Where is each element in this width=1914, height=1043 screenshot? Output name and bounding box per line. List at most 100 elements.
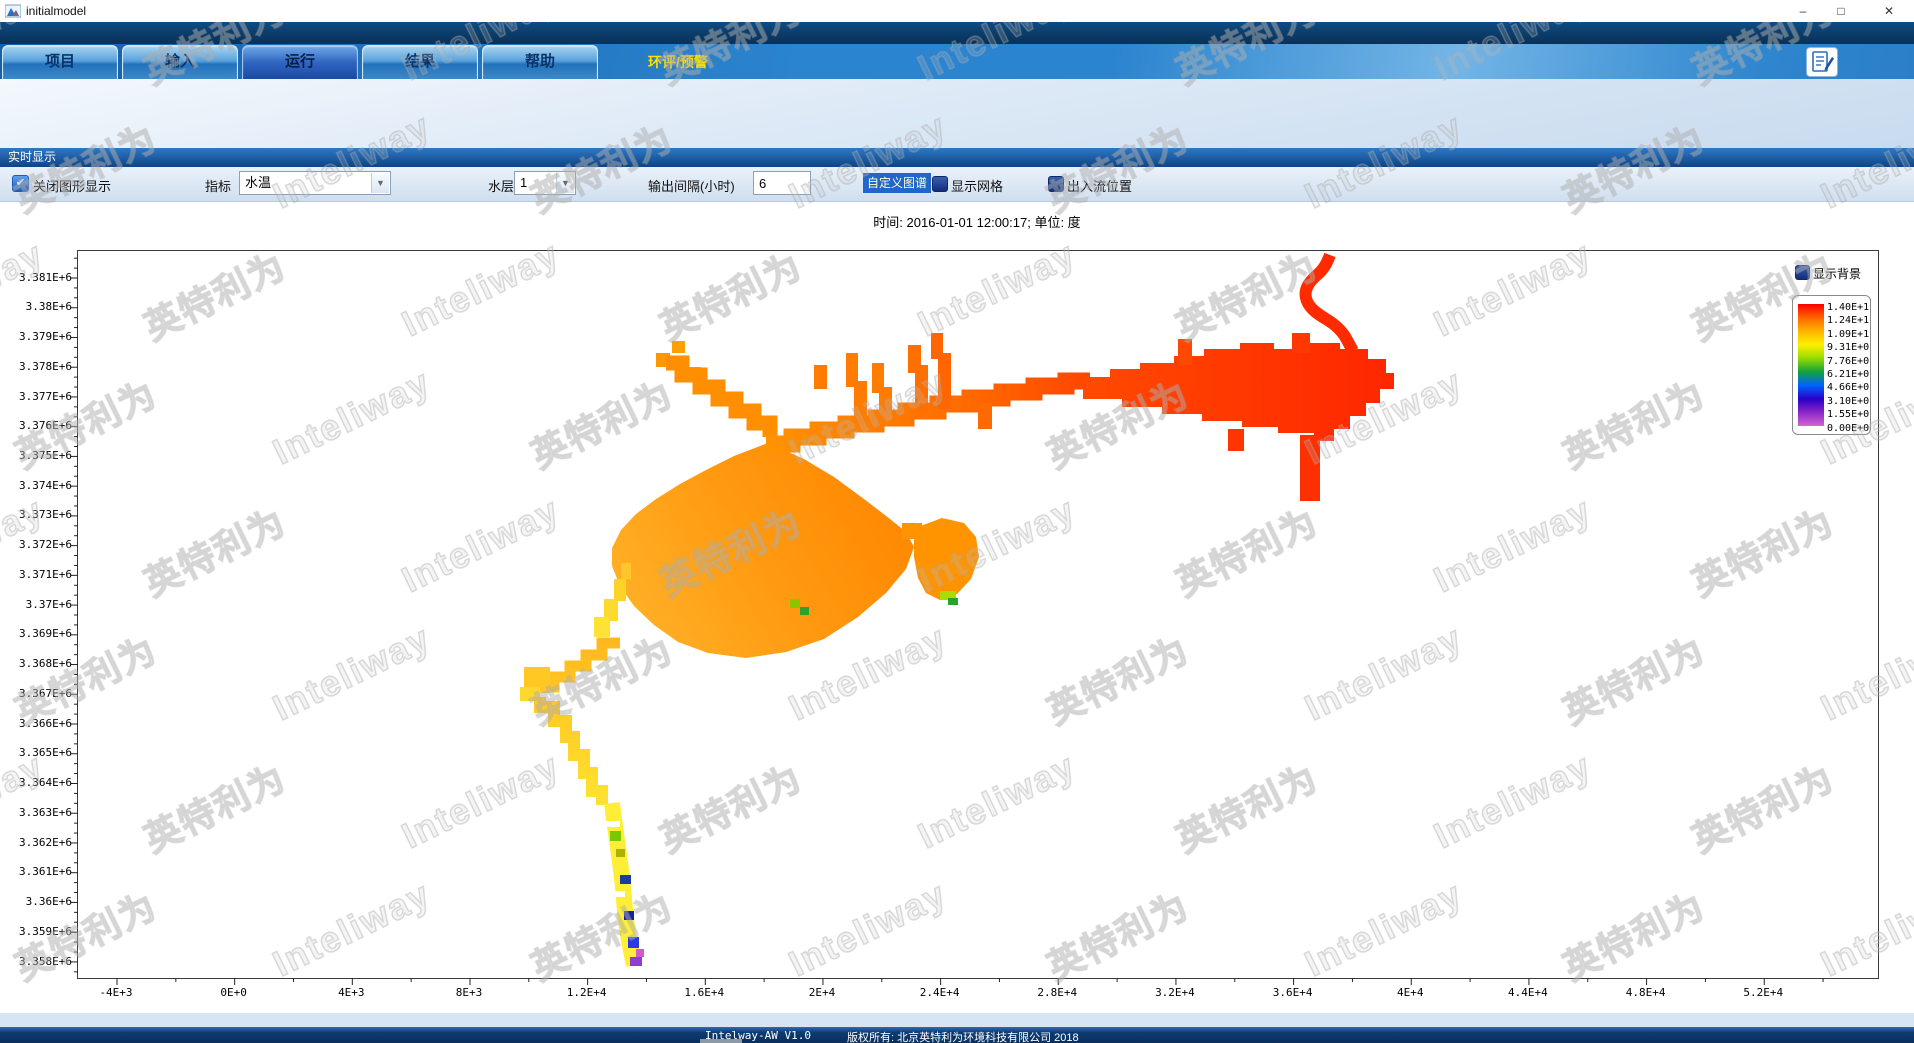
- y-axis-label: 3.371E+6: [0, 568, 72, 581]
- x-axis-label: 2.8E+4: [1015, 986, 1099, 999]
- custom-spectrum-button[interactable]: 自定义图谱: [863, 173, 931, 193]
- color-legend: 1.40E+1 1.24E+1 1.09E+1 9.31E+0 7.76E+0 6.21E…: [1792, 295, 1871, 435]
- y-axis-label: 3.369E+6: [0, 627, 72, 640]
- y-axis-label: 3.367E+6: [0, 687, 72, 700]
- y-axis-label: 3.37E+6: [0, 598, 72, 611]
- y-axis-label: 3.368E+6: [0, 657, 72, 670]
- window-title: initialmodel: [26, 4, 86, 18]
- legend-value: 1.09E+1: [1827, 329, 1869, 340]
- y-axis-label: 3.381E+6: [0, 271, 72, 284]
- x-axis-label: 8E+3: [427, 986, 511, 999]
- legend-value: 9.31E+0: [1827, 342, 1869, 353]
- y-axis-label: 3.363E+6: [0, 806, 72, 819]
- y-axis-label: 3.379E+6: [0, 330, 72, 343]
- y-axis-label: 3.362E+6: [0, 836, 72, 849]
- temperature-map: [78, 251, 1878, 978]
- x-axis-label: 4.4E+4: [1486, 986, 1570, 999]
- title-bar: initialmodel – □ ✕: [0, 0, 1914, 23]
- tab-env-warning[interactable]: 环评/预警: [648, 52, 708, 72]
- copyright-text: 版权所有: 北京英特利为环境科技有限公司 2018: [847, 1029, 1079, 1043]
- realtime-controls-row: ✔ 关闭图形显示 指标 水温 ▼ 水层 1 ▼ 输出间隔(小时) 自定义图谱 显…: [0, 167, 1914, 202]
- menu-tabs: 项目输入运行结果帮助: [2, 45, 602, 79]
- y-axis-label: 3.36E+6: [0, 895, 72, 908]
- x-axis-label: 3.6E+4: [1251, 986, 1335, 999]
- x-axis-label: 0E+0: [192, 986, 276, 999]
- show-background-label: 显示背景: [1813, 265, 1861, 282]
- y-axis-label: 3.364E+6: [0, 776, 72, 789]
- show-grid-label: 显示网格: [951, 176, 1003, 195]
- tab-input[interactable]: 输入: [122, 45, 238, 79]
- legend-value: 1.40E+1: [1827, 302, 1869, 313]
- ribbon-top-strip: [0, 22, 1914, 44]
- close-graph-label: 关闭图形显示: [33, 176, 111, 195]
- flow-position-checkbox[interactable]: [1048, 176, 1064, 192]
- indicator-value: 水温: [240, 172, 390, 194]
- close-button[interactable]: ✕: [1876, 2, 1902, 20]
- x-axis-label: 1.2E+4: [545, 986, 629, 999]
- tab-help[interactable]: 帮助: [482, 45, 598, 79]
- indicator-select[interactable]: 水温 ▼: [239, 171, 391, 195]
- x-axis-label: 2E+4: [780, 986, 864, 999]
- legend-value: 1.24E+1: [1827, 315, 1869, 326]
- x-axis-label: 4E+3: [309, 986, 393, 999]
- interval-label: 输出间隔(小时): [648, 176, 735, 195]
- report-icon[interactable]: [1806, 47, 1838, 77]
- layer-select[interactable]: 1 ▼: [514, 171, 576, 195]
- y-axis-label: 3.376E+6: [0, 419, 72, 432]
- x-axis-label: -4E+3: [74, 986, 158, 999]
- y-axis-label: 3.359E+6: [0, 925, 72, 938]
- indicator-label: 指标: [205, 176, 231, 195]
- x-axis-label: 5.2E+4: [1721, 986, 1805, 999]
- resize-grip: [700, 1039, 742, 1043]
- tab-result[interactable]: 结果: [362, 45, 478, 79]
- legend-value: 7.76E+0: [1827, 356, 1869, 367]
- tab-run[interactable]: 运行: [242, 45, 358, 79]
- x-axis-label: 3.2E+4: [1133, 986, 1217, 999]
- legend-value: 0.00E+0: [1827, 423, 1869, 434]
- check-icon: ✔: [13, 176, 28, 190]
- x-axis-label: 4.8E+4: [1604, 986, 1688, 999]
- map-water-body: [520, 255, 1394, 966]
- legend-value: 4.66E+0: [1827, 382, 1869, 393]
- application-window: initialmodel – □ ✕ 项目输入运行结果帮助 环评/预警 运行模型…: [0, 0, 1914, 1043]
- minimize-button[interactable]: –: [1790, 2, 1816, 20]
- y-axis-label: 3.366E+6: [0, 717, 72, 730]
- app-icon: [5, 3, 21, 19]
- map-plot: [77, 250, 1879, 979]
- legend-value: 1.55E+0: [1827, 409, 1869, 420]
- plot-content-area: 时间: 2016-01-01 12:00:17; 单位: 度: [0, 202, 1914, 1013]
- y-axis-label: 3.358E+6: [0, 955, 72, 968]
- status-bar: Intelway-AW V1.0 版权所有: 北京英特利为环境科技有限公司 20…: [0, 1027, 1914, 1043]
- y-axis-label: 3.372E+6: [0, 538, 72, 551]
- document-icon: [1807, 48, 1837, 76]
- run-toolbar: 运行模型 已运行 0%。 暂停运行 终止运行 错误信息: [0, 79, 1914, 148]
- realtime-section-header: 实时显示: [0, 148, 1914, 167]
- maximize-button[interactable]: □: [1828, 2, 1854, 20]
- show-grid-checkbox[interactable]: [932, 176, 948, 192]
- y-axis-label: 3.38E+6: [0, 300, 72, 313]
- legend-value: 6.21E+0: [1827, 369, 1869, 380]
- chevron-down-icon: ▼: [556, 173, 574, 193]
- bottom-strip: [0, 1013, 1914, 1027]
- y-axis-label: 3.377E+6: [0, 390, 72, 403]
- interval-input[interactable]: [753, 171, 811, 195]
- flow-position-label: 出入流位置: [1067, 176, 1132, 195]
- x-axis-label: 2.4E+4: [898, 986, 982, 999]
- x-axis-label: 4E+4: [1368, 986, 1452, 999]
- layer-label: 水层: [488, 176, 514, 195]
- legend-value: 3.10E+0: [1827, 396, 1869, 407]
- close-graph-checkbox[interactable]: ✔: [12, 175, 29, 192]
- tab-project[interactable]: 项目: [2, 45, 118, 79]
- chevron-down-icon: ▼: [371, 173, 389, 193]
- y-axis-label: 3.365E+6: [0, 746, 72, 759]
- show-background-checkbox[interactable]: [1795, 265, 1810, 280]
- y-axis-label: 3.374E+6: [0, 479, 72, 492]
- y-axis-label: 3.378E+6: [0, 360, 72, 373]
- x-axis-label: 1.6E+4: [662, 986, 746, 999]
- y-axis-label: 3.361E+6: [0, 865, 72, 878]
- y-axis-label: 3.373E+6: [0, 508, 72, 521]
- time-unit-label: 时间: 2016-01-01 12:00:17; 单位: 度: [577, 212, 1377, 231]
- menu-bar: 项目输入运行结果帮助: [0, 44, 1914, 79]
- y-axis-label: 3.375E+6: [0, 449, 72, 462]
- legend-colorbar: [1798, 304, 1824, 426]
